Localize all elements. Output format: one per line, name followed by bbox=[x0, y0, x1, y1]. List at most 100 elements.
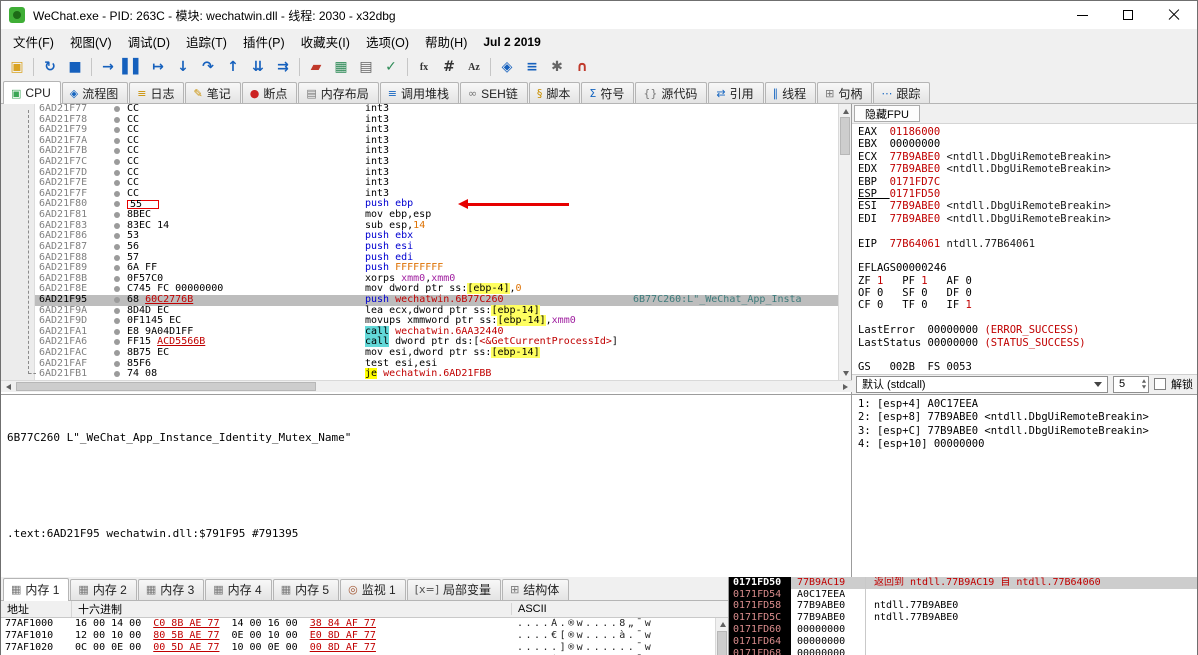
register-value[interactable]: 002B bbox=[890, 361, 915, 373]
tab-trace[interactable]: ⋯ 跟踪 bbox=[873, 82, 931, 103]
threads-list-icon[interactable]: ≡ bbox=[520, 56, 544, 78]
calling-convention-select[interactable]: 默认 (stdcall) bbox=[856, 375, 1108, 393]
close-button[interactable] bbox=[1151, 1, 1197, 29]
breakpoint-cell[interactable] bbox=[107, 263, 127, 274]
register-row[interactable]: OF 0 SF 0 DF 0 bbox=[858, 287, 1197, 299]
register-row[interactable]: LastStatus 00000000 (STATUS_SUCCESS) bbox=[858, 337, 1197, 349]
register-value[interactable]: 77B9ABE0 bbox=[890, 163, 941, 175]
breakpoint-cell[interactable] bbox=[107, 369, 127, 380]
breakpoint-cell[interactable] bbox=[107, 316, 127, 327]
breakpoint-cell[interactable] bbox=[107, 359, 127, 370]
register-row[interactable]: EFLAGS00000246 bbox=[858, 262, 1197, 274]
breakpoint-cell[interactable] bbox=[107, 284, 127, 295]
run-until-return-icon[interactable]: ↦ bbox=[146, 56, 170, 78]
restart-icon[interactable]: ↻ bbox=[38, 56, 62, 78]
stack-row[interactable]: 0171FD54 A0C17EEA bbox=[729, 588, 1197, 601]
tab-seh[interactable]: ∞ SEH链 bbox=[459, 82, 528, 103]
menu-item[interactable]: 帮助(H) bbox=[417, 29, 475, 54]
breakpoint-cell[interactable] bbox=[107, 168, 127, 179]
register-row[interactable]: EAX 01186000 bbox=[858, 126, 1197, 138]
menu-item[interactable]: 调试(D) bbox=[120, 29, 178, 54]
scrollbar-thumb[interactable] bbox=[717, 630, 727, 655]
tab-memory-map[interactable]: ▤ 内存布局 bbox=[298, 82, 379, 103]
settings-icon[interactable]: ✱ bbox=[545, 56, 569, 78]
argument-row[interactable]: 3: [esp+C] 77B9ABE0 <ntdll.DbgUiRemoteBr… bbox=[858, 425, 1191, 439]
tab-threads[interactable]: ∥ 线程 bbox=[764, 82, 817, 103]
scrollbar-thumb[interactable] bbox=[16, 382, 316, 391]
register-value[interactable]: 77B9ABE0 bbox=[890, 213, 941, 225]
menu-item[interactable]: 选项(O) bbox=[358, 29, 417, 54]
register-row[interactable]: EBP 0171FD7C bbox=[858, 176, 1197, 188]
breakpoint-cell[interactable] bbox=[107, 157, 127, 168]
tab-breakpoints[interactable]: ● 断点 bbox=[241, 82, 298, 103]
register-value[interactable]: 77B9ABE0 bbox=[890, 200, 941, 212]
disasm-horizontal-scrollbar[interactable] bbox=[1, 380, 852, 392]
scrollbar-thumb[interactable] bbox=[840, 117, 850, 155]
tab-log[interactable]: ≡ 日志 bbox=[129, 82, 185, 103]
step-over-icon[interactable]: ↷ bbox=[196, 56, 220, 78]
tab-references[interactable]: ⇄ 引用 bbox=[708, 82, 764, 103]
register-row[interactable]: EDX 77B9ABE0 <ntdll.DbgUiRemoteBreakin> bbox=[858, 163, 1197, 175]
breakpoint-cell[interactable] bbox=[107, 210, 127, 221]
memory-map-icon[interactable]: ▤ bbox=[354, 56, 378, 78]
argument-row[interactable]: 1: [esp+4] A0C17EEA bbox=[858, 398, 1191, 412]
tab-memory-3[interactable]: ▦ 内存 3 bbox=[137, 578, 205, 600]
argument-row[interactable]: 2: [esp+8] 77B9ABE0 <ntdll.DbgUiRemoteBr… bbox=[858, 411, 1191, 425]
stack-row[interactable]: 0171FD50 77B9AC19 返回到 ntdll.77B9AC19 自 ntd… bbox=[729, 576, 1197, 589]
memory-vertical-scrollbar[interactable] bbox=[715, 617, 728, 655]
register-value[interactable]: 00000000 bbox=[890, 138, 941, 150]
assemble-icon[interactable]: ✓ bbox=[379, 56, 403, 78]
breakpoint-cell[interactable] bbox=[107, 146, 127, 157]
trace-into-icon[interactable]: ⇉ bbox=[271, 56, 295, 78]
argument-row[interactable]: 4: [esp+10] 00000000 bbox=[858, 438, 1191, 452]
register-row[interactable]: EDI 77B9ABE0 <ntdll.DbgUiRemoteBreakin> bbox=[858, 213, 1197, 225]
stack-row[interactable]: 0171FD64 00000000 bbox=[729, 635, 1197, 648]
register-row[interactable]: EBX 00000000 bbox=[858, 138, 1197, 150]
register-row[interactable]: GS 002B FS 0053 bbox=[858, 361, 1197, 373]
register-value[interactable]: 0171FD7C bbox=[890, 176, 941, 188]
register-row[interactable]: EIP 77B64061 ntdll.77B64061 bbox=[858, 238, 1197, 250]
menu-item[interactable]: 视图(V) bbox=[62, 29, 120, 54]
menu-item[interactable]: 插件(P) bbox=[235, 29, 293, 54]
scroll-right-arrow[interactable] bbox=[839, 381, 852, 393]
breakpoint-cell[interactable] bbox=[107, 327, 127, 338]
patches-icon[interactable]: ▰ bbox=[304, 56, 328, 78]
breakpoint-cell[interactable] bbox=[107, 348, 127, 359]
register-row[interactable]: LastError 00000000 (ERROR_SUCCESS) bbox=[858, 324, 1197, 336]
tab-locals[interactable]: [x=] 局部变量 bbox=[406, 578, 502, 600]
menu-item[interactable]: 文件(F) bbox=[5, 29, 62, 54]
breakpoint-cell[interactable] bbox=[107, 115, 127, 126]
tab-script[interactable]: § 脚本 bbox=[528, 82, 581, 103]
breakpoint-cell[interactable] bbox=[107, 125, 127, 136]
menu-item[interactable]: 追踪(T) bbox=[178, 29, 235, 54]
menu-item[interactable]: 收藏夹(I) bbox=[293, 29, 358, 54]
tab-source[interactable]: {} 源代码 bbox=[635, 82, 708, 103]
breakpoint-cell[interactable] bbox=[107, 306, 127, 317]
disasm-row[interactable]: 6AD21FB1 74 08 je wechatwin.6AD21FBB bbox=[1, 368, 839, 380]
stack-row[interactable]: 0171FD5C 77B9ABE0 ntdll.77B9ABE0 bbox=[729, 612, 1197, 624]
memory-row[interactable]: 77AF1000 16 00 14 00 C0 8B AE 77 14 00 16 0… bbox=[1, 618, 728, 630]
stack-row[interactable]: 0171FD68 00000000 bbox=[729, 647, 1197, 655]
breakpoint-cell[interactable] bbox=[107, 231, 127, 242]
stack-row[interactable]: 0171FD60 00000000 bbox=[729, 624, 1197, 636]
tab-memory-5[interactable]: ▦ 内存 5 bbox=[272, 578, 340, 600]
graph-icon[interactable]: ◈ bbox=[495, 56, 519, 78]
breakpoint-cell[interactable] bbox=[107, 189, 127, 200]
memory-row[interactable]: 77AF1020 0C 00 0E 00 00 5D AE 77 10 00 0E 0… bbox=[1, 642, 728, 654]
register-row[interactable]: CF 0 TF 0 IF 1 bbox=[858, 299, 1197, 311]
register-value[interactable]: 77B64061 bbox=[890, 238, 941, 250]
maximize-button[interactable] bbox=[1105, 1, 1151, 29]
memory-row[interactable]: 77AF1010 12 00 10 00 80 5B AE 77 0E 00 10 0… bbox=[1, 630, 728, 642]
tab-memory-1[interactable]: ▦ 内存 1 bbox=[3, 577, 70, 601]
cpu-view-icon[interactable]: ▦ bbox=[329, 56, 353, 78]
disasm-row[interactable]: 6AD21F7F CC int3 bbox=[1, 188, 839, 200]
pause-icon[interactable]: ▌▌ bbox=[121, 56, 145, 78]
attach-magnet-icon[interactable]: ∩ bbox=[570, 56, 594, 78]
breakpoint-cell[interactable] bbox=[107, 253, 127, 264]
tab-memory-4[interactable]: ▦ 内存 4 bbox=[205, 578, 272, 600]
hide-fpu-button[interactable]: 隐藏FPU bbox=[854, 105, 920, 122]
breakpoint-cell[interactable] bbox=[107, 104, 127, 115]
scroll-up-arrow[interactable] bbox=[716, 618, 728, 631]
minimize-button[interactable] bbox=[1059, 1, 1105, 29]
stop-icon[interactable]: ■ bbox=[63, 56, 87, 78]
